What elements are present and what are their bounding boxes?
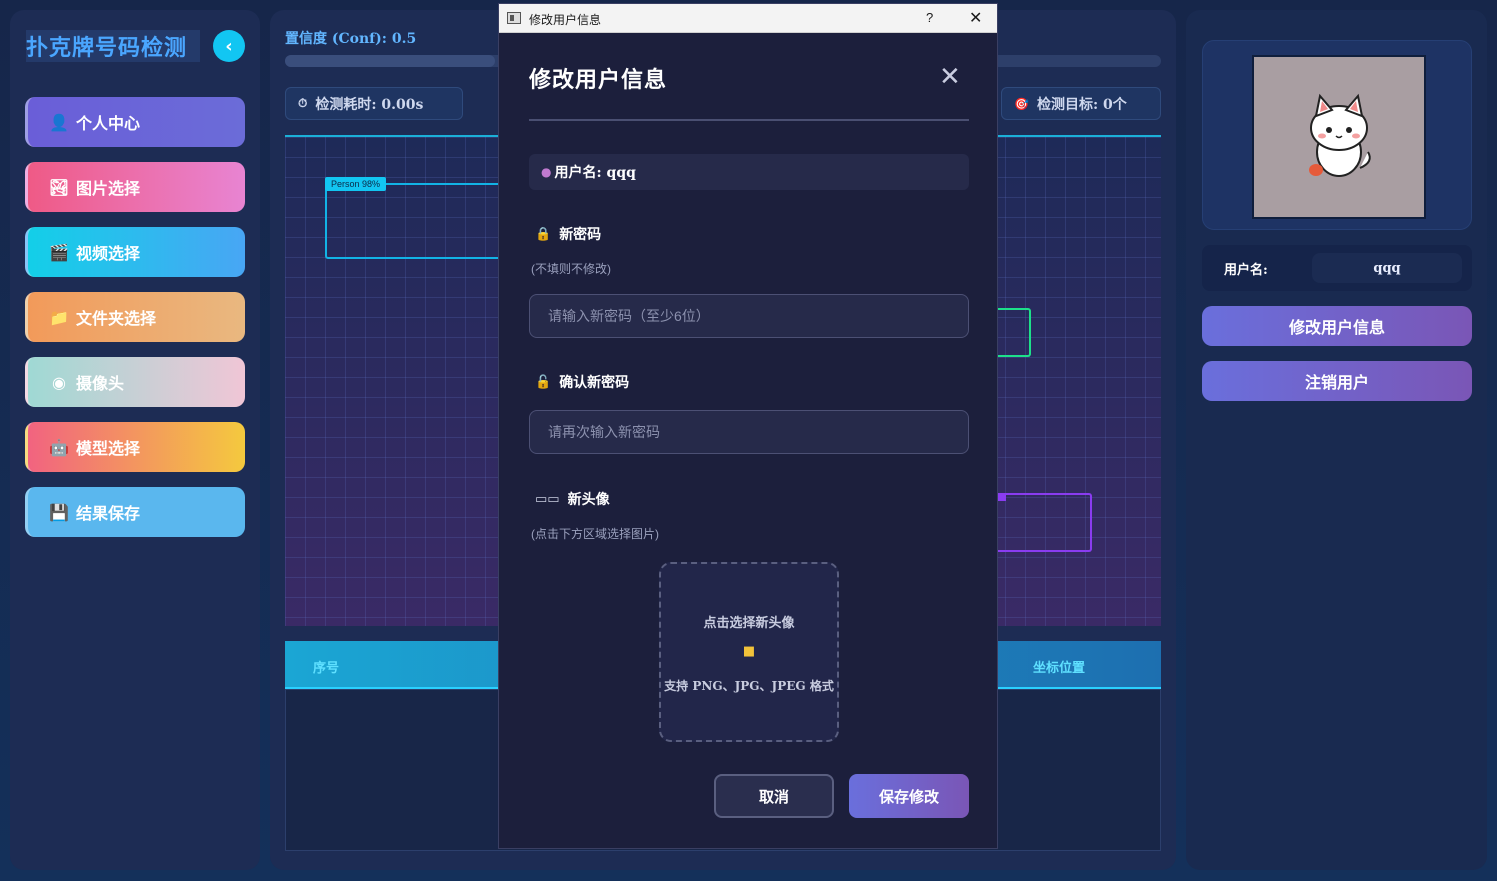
column-header-position: 坐标位置 <box>1033 661 1086 676</box>
cat-avatar-icon <box>1309 93 1371 177</box>
sidebar: 扑克牌号码检测 ‹ 👤 个人中心 🏞 图片选择 🎬 视频选择 📁 文件夹选择 ◉… <box>10 10 260 870</box>
nav-camera[interactable]: ◉ 摄像头 <box>25 357 245 407</box>
user-icon: ● <box>541 165 552 179</box>
stopwatch-icon: ⏱ <box>298 96 308 110</box>
nav-label: 摄像头 <box>76 374 125 393</box>
divider <box>529 119 969 121</box>
dialog-heading: 修改用户信息 <box>529 67 668 93</box>
username-label: 用户名: <box>1224 262 1268 278</box>
edit-user-button[interactable]: 修改用户信息 <box>1202 306 1472 346</box>
nav-label: 模型选择 <box>76 439 141 458</box>
current-username: ● 用户名: qqq <box>529 154 969 190</box>
nav-label: 个人中心 <box>76 114 141 133</box>
nav-video-select[interactable]: 🎬 视频选择 <box>25 227 245 277</box>
detection-box <box>985 493 1092 552</box>
upload-formats: 支持 PNG、JPG、JPEG 格式 <box>664 679 834 693</box>
dialog-window-title: 修改用户信息 <box>529 13 602 27</box>
detection-time-stat: ⏱ 检测耗时: 0.00s <box>285 87 463 120</box>
user-panel: 用户名: qqq 修改用户信息 注销用户 <box>1186 10 1487 870</box>
robot-icon: 🤖 <box>49 437 69 457</box>
dialog-titlebar[interactable]: 修改用户信息 ? ✕ <box>499 4 997 33</box>
upload-title: 点击选择新头像 <box>703 616 795 631</box>
username-row: 用户名: qqq <box>1202 245 1472 291</box>
clapperboard-icon: 🎬 <box>49 242 69 262</box>
nav-label: 视频选择 <box>76 244 141 263</box>
column-header-index: 序号 <box>313 661 340 676</box>
image-icon: 🏞 <box>48 177 70 197</box>
new-avatar-label-text: 新头像 <box>567 492 610 508</box>
nav-folder-select[interactable]: 📁 文件夹选择 <box>25 292 245 342</box>
user-icon: 👤 <box>49 112 69 132</box>
detection-box-marker <box>998 493 1006 501</box>
save-button[interactable]: 保存修改 <box>849 774 969 818</box>
detection-time-text: 检测耗时: 0.00s <box>315 96 424 113</box>
confidence-label: 置信度 (Conf): 0.5 <box>285 31 417 47</box>
avatar-card <box>1202 40 1472 230</box>
target-icon: 🎯 <box>1014 96 1029 111</box>
logout-button[interactable]: 注销用户 <box>1202 361 1472 401</box>
avatar <box>1254 57 1424 217</box>
new-password-label: 🔒 新密码 <box>535 224 601 244</box>
floppy-disk-icon: 💾 <box>49 502 69 522</box>
unlock-icon: 🔓 <box>535 374 552 390</box>
help-button[interactable]: ? <box>926 10 933 25</box>
nav-personal-center[interactable]: 👤 个人中心 <box>25 97 245 147</box>
new-avatar-label: ▭▭ 新头像 <box>535 489 610 509</box>
window-icon <box>507 12 521 24</box>
collapse-sidebar-button[interactable]: ‹ <box>213 30 245 62</box>
detection-target-stat: 🎯 检测目标: 0个 <box>1001 87 1161 120</box>
nav-save-results[interactable]: 💾 结果保存 <box>25 487 245 537</box>
folder-icon: ■ <box>742 644 756 659</box>
chevron-left-icon: ‹ <box>225 35 233 57</box>
confirm-password-label-text: 确认新密码 <box>559 375 630 391</box>
nav-model-select[interactable]: 🤖 模型选择 <box>25 422 245 472</box>
nav-label: 图片选择 <box>76 179 141 198</box>
detection-target-text: 检测目标: 0个 <box>1036 96 1127 113</box>
new-password-hint: (不填则不修改) <box>531 262 611 276</box>
nav-image-select[interactable]: 🏞 图片选择 <box>25 162 245 212</box>
detection-box: Person 98% <box>325 177 515 259</box>
confirm-password-label: 🔓 确认新密码 <box>535 372 629 392</box>
window-close-button[interactable]: ✕ <box>969 8 982 28</box>
folder-icon: 📁 <box>49 307 69 327</box>
nav-label: 结果保存 <box>76 504 141 523</box>
close-icon[interactable]: ✕ <box>939 62 961 92</box>
username-value: qqq <box>1312 253 1462 283</box>
app-title: 扑克牌号码检测 <box>26 30 200 62</box>
new-password-label-text: 新密码 <box>559 227 602 243</box>
avatar-frame <box>1252 55 1426 219</box>
webcam-icon: ◉ <box>52 372 66 392</box>
image-frame-icon: ▭▭ <box>535 491 560 507</box>
lock-icon: 🔒 <box>535 226 552 242</box>
new-avatar-hint: (点击下方区域选择图片) <box>531 527 659 541</box>
edit-user-dialog: 修改用户信息 ? ✕ 修改用户信息 ✕ ● 用户名: qqq 🔒 新密码 (不填… <box>498 3 998 849</box>
current-username-text: 用户名: qqq <box>554 165 636 181</box>
nav-label: 文件夹选择 <box>76 309 157 328</box>
confirm-password-input[interactable] <box>529 410 969 454</box>
avatar-upload-area[interactable]: 点击选择新头像 ■ 支持 PNG、JPG、JPEG 格式 <box>659 562 839 742</box>
confidence-slider-fill <box>285 55 495 67</box>
detection-box-label: Person 98% <box>325 177 387 191</box>
cancel-button[interactable]: 取消 <box>714 774 834 818</box>
new-password-input[interactable] <box>529 294 969 338</box>
